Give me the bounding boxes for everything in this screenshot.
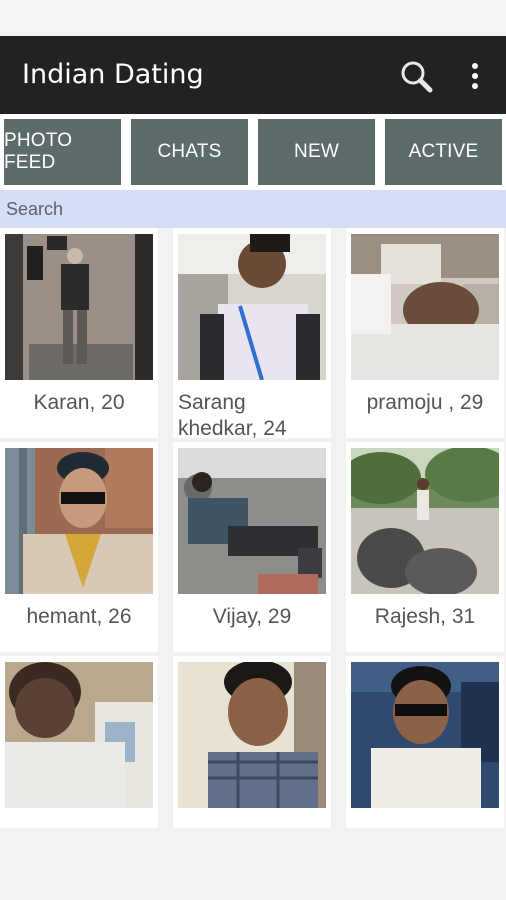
profile-caption: Vijay, 29 xyxy=(212,605,292,628)
profile-grid: Karan, 20 Sarang khedkar, 24 pramoju , 2… xyxy=(0,228,506,828)
tab-chats[interactable]: CHATS xyxy=(131,119,248,185)
more-vert-icon xyxy=(472,63,478,89)
profile-card[interactable]: Vijay, 29 xyxy=(173,442,331,652)
profile-caption: Rajesh, 31 xyxy=(374,605,476,628)
search-button[interactable] xyxy=(396,56,436,96)
profile-photo xyxy=(5,234,153,380)
search-bar xyxy=(0,190,506,228)
profile-card[interactable]: hemant, 26 xyxy=(0,442,158,652)
overflow-menu-button[interactable] xyxy=(460,56,490,96)
profile-card[interactable]: Karan, 20 xyxy=(0,228,158,438)
profile-card[interactable] xyxy=(346,656,504,828)
profile-card[interactable] xyxy=(0,656,158,828)
tab-new[interactable]: NEW xyxy=(258,119,375,185)
app-title: Indian Dating xyxy=(22,59,204,90)
profile-card[interactable]: Rajesh, 31 xyxy=(346,442,504,652)
profile-photo xyxy=(351,662,499,808)
profile-caption: hemant, 26 xyxy=(26,605,132,628)
app-bar: Indian Dating xyxy=(0,36,506,114)
tab-photo-feed[interactable]: PHOTO FEED xyxy=(4,119,121,185)
profile-card[interactable] xyxy=(173,656,331,828)
profile-caption: pramoju , 29 xyxy=(366,391,484,414)
profile-photo xyxy=(351,448,499,594)
profile-caption: Karan, 20 xyxy=(33,391,125,414)
profile-card[interactable]: Sarang khedkar, 24 xyxy=(173,228,331,438)
profile-photo xyxy=(5,448,153,594)
tab-bar: PHOTO FEED CHATS NEW ACTIVE xyxy=(0,114,506,190)
bottom-area xyxy=(0,828,506,900)
profile-caption: Sarang khedkar, 24 xyxy=(178,391,287,438)
search-icon xyxy=(401,61,433,93)
status-bar xyxy=(0,0,506,36)
profile-photo xyxy=(178,234,326,380)
profile-photo xyxy=(178,662,326,808)
profile-photo xyxy=(178,448,326,594)
search-input[interactable] xyxy=(6,198,486,220)
tab-active[interactable]: ACTIVE xyxy=(385,119,502,185)
profile-photo xyxy=(5,662,153,808)
profile-photo xyxy=(351,234,499,380)
profile-card[interactable]: pramoju , 29 xyxy=(346,228,504,438)
